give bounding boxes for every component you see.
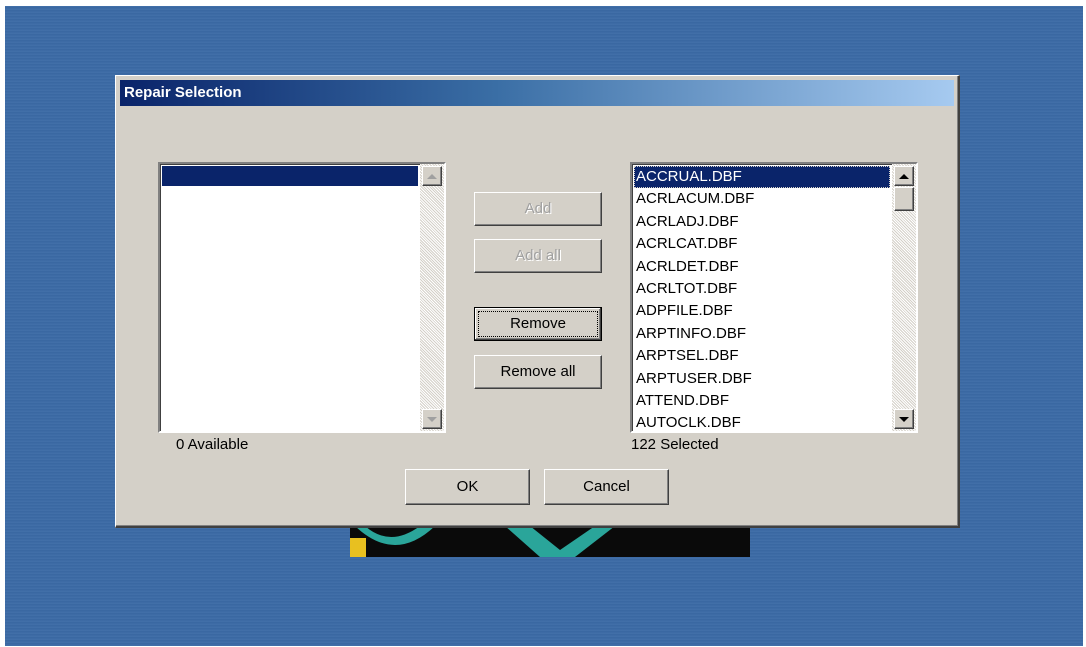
selected-list-item[interactable]: ACRLTOT.DBF — [634, 278, 890, 300]
add-button-label: Add — [524, 200, 552, 217]
available-scrollbar — [420, 164, 444, 431]
repair-selection-dialog: Repair Selection 0 Available Add Add all… — [115, 75, 960, 528]
remove-all-button-label: Remove all — [500, 363, 576, 380]
add-all-button-label: Add all — [515, 247, 561, 264]
chevron-up-icon — [899, 173, 909, 179]
selected-list-item[interactable]: ACRLADJ.DBF — [634, 211, 890, 233]
selected-list-items: ACCRUAL.DBF ACRLACUM.DBF ACRLADJ.DBF ACRLCA… — [634, 166, 890, 431]
remove-button-label: Remove — [510, 315, 566, 332]
available-scroll-down-button — [422, 409, 442, 429]
selected-scroll-up-button[interactable] — [894, 166, 914, 186]
selected-list-item[interactable]: ACRLCAT.DBF — [634, 233, 890, 255]
selected-listbox[interactable]: ACCRUAL.DBF ACRLACUM.DBF ACRLADJ.DBF ACRLCA… — [630, 162, 918, 433]
ok-button-label: OK — [456, 478, 479, 495]
selected-list-item[interactable]: ATTEND.DBF — [634, 390, 890, 412]
selected-list-item[interactable]: AUTOCLK.DBF — [634, 412, 890, 431]
chevron-down-icon — [899, 416, 909, 422]
cancel-button-label: Cancel — [583, 478, 630, 495]
logo-teal-shapes — [355, 526, 615, 557]
selected-list-item[interactable]: ARPTSEL.DBF — [634, 345, 890, 367]
selected-list-item[interactable]: ARPTUSER.DBF — [634, 368, 890, 390]
selected-scrollbar[interactable] — [892, 164, 916, 431]
available-count-label: 0 Available — [176, 436, 249, 453]
background-logo — [350, 526, 750, 557]
ok-button[interactable]: OK — [405, 469, 530, 505]
selected-scroll-down-button[interactable] — [894, 409, 914, 429]
selected-list-item[interactable]: ADPFILE.DBF — [634, 300, 890, 322]
available-empty-selection — [162, 166, 418, 186]
chevron-up-icon — [427, 173, 437, 179]
selected-list-item[interactable]: ACRLDET.DBF — [634, 256, 890, 278]
selected-list-item[interactable]: ARPTINFO.DBF — [634, 323, 890, 345]
available-listbox[interactable] — [158, 162, 446, 433]
selected-scroll-thumb[interactable] — [894, 187, 914, 211]
remove-all-button[interactable]: Remove all — [474, 355, 602, 389]
selected-count-label: 122 Selected — [631, 436, 719, 453]
add-button[interactable]: Add — [474, 192, 602, 226]
remove-button[interactable]: Remove — [474, 307, 602, 341]
cancel-button[interactable]: Cancel — [544, 469, 669, 505]
add-all-button[interactable]: Add all — [474, 239, 602, 273]
available-scroll-up-button — [422, 166, 442, 186]
dialog-title: Repair Selection — [124, 84, 242, 101]
chevron-down-icon — [427, 416, 437, 422]
selected-list-item[interactable]: ACCRUAL.DBF — [634, 166, 890, 189]
dialog-titlebar[interactable]: Repair Selection — [120, 80, 954, 106]
selected-list-item[interactable]: ACRLACUM.DBF — [634, 188, 890, 210]
